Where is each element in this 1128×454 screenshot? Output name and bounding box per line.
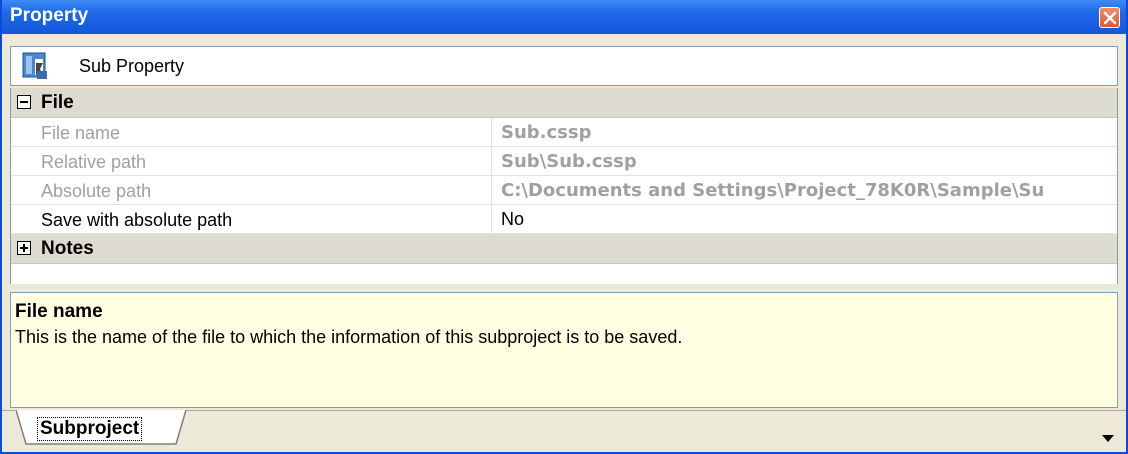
property-header: Sub Property: [10, 46, 1118, 86]
property-window: Property Sub Property File File name Sub…: [0, 0, 1128, 454]
category-label: File: [41, 92, 74, 113]
title-bar[interactable]: Property: [2, 0, 1126, 34]
property-value-dropdown[interactable]: No: [501, 209, 524, 230]
description-title: File name: [15, 301, 103, 322]
close-icon[interactable]: [1099, 7, 1120, 28]
tab-label: Subproject: [36, 417, 143, 441]
property-name: Save with absolute path: [41, 210, 233, 230]
category-file[interactable]: File: [11, 88, 1117, 118]
property-row-absolute-path[interactable]: Absolute path C:\Documents and Settings\…: [11, 176, 1117, 205]
collapse-minus-icon[interactable]: [17, 95, 31, 109]
property-grid: File File name Sub.cssp Relative path Su…: [10, 88, 1118, 284]
expand-plus-icon[interactable]: [17, 241, 31, 255]
property-name: Absolute path: [41, 181, 152, 201]
category-notes[interactable]: Notes: [11, 234, 1117, 264]
property-row-file-name[interactable]: File name Sub.cssp: [11, 118, 1117, 147]
description-text: This is the name of the file to which th…: [15, 327, 683, 347]
property-row-relative-path[interactable]: Relative path Sub\Sub.cssp: [11, 147, 1117, 176]
sub-property-icon: [21, 51, 51, 86]
dropdown-arrow-icon[interactable]: [1102, 427, 1114, 448]
property-value: Sub\Sub.cssp: [501, 151, 637, 172]
tab-subproject[interactable]: Subproject: [16, 410, 188, 448]
property-value: Sub.cssp: [501, 122, 592, 143]
property-name: Relative path: [41, 152, 147, 172]
window-title: Property: [10, 5, 89, 26]
property-value: C:\Documents and Settings\Project_78K0R\…: [501, 180, 1045, 201]
property-name: File name: [41, 123, 121, 143]
category-label: Notes: [41, 238, 94, 259]
description-pane: File name This is the name of the file t…: [10, 292, 1118, 408]
tab-bar: Subproject: [2, 410, 1126, 452]
property-row-save-absolute[interactable]: Save with absolute path No: [11, 205, 1117, 234]
header-label: Sub Property: [79, 56, 185, 76]
